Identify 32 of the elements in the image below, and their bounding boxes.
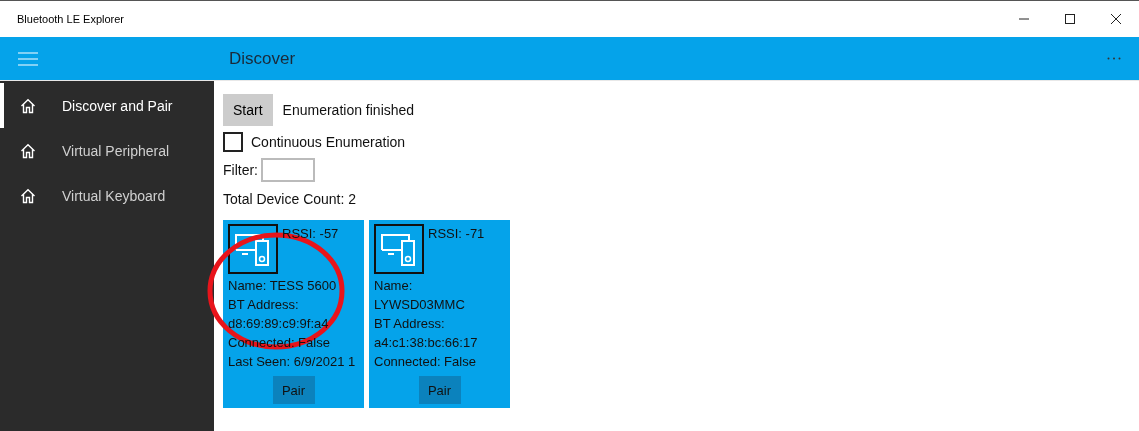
devices-icon: [374, 224, 424, 274]
device-info: d8:69:89:c9:9f:a4: [228, 315, 330, 333]
device-info: a4:c1:38:bc:66:17: [374, 334, 479, 352]
start-button[interactable]: Start: [223, 94, 273, 126]
home-icon: [20, 187, 36, 204]
checkbox[interactable]: [223, 132, 243, 152]
nav-item[interactable]: Virtual Keyboard: [0, 173, 214, 218]
pair-button[interactable]: Pair: [418, 376, 461, 404]
maximize-icon[interactable]: [1064, 13, 1076, 25]
devices-icon: [228, 224, 278, 274]
home-icon: [20, 142, 36, 159]
filter-label: Filter:: [223, 162, 258, 178]
checkbox-label: Continuous Enumeration: [251, 134, 406, 150]
device-info: BT Address:: [228, 296, 300, 314]
more-icon[interactable]: [1107, 57, 1121, 60]
pair-button[interactable]: Pair: [272, 376, 315, 404]
window-title: Bluetooth LE Explorer: [16, 13, 124, 25]
filter-field[interactable]: [261, 158, 315, 182]
device-info: Name:: [374, 277, 414, 295]
device-info: Name: TESS 5600: [228, 277, 338, 295]
home-icon: [20, 97, 36, 114]
device-count: Total Device Count: 2: [223, 191, 358, 207]
rssi-text: RSSI: -71: [428, 225, 485, 243]
nav-item[interactable]: Discover and Pair: [0, 83, 214, 128]
device-info: Connected: False: [374, 353, 477, 371]
device-info: LYWSD03MMC: [374, 296, 466, 314]
device-info: Last Seen: 6/9/2021 1: [228, 353, 357, 371]
nav-item[interactable]: Virtual Peripheral: [0, 128, 214, 173]
status-text: Enumeration finished: [282, 102, 415, 118]
page-title: Discover: [228, 48, 297, 69]
device-info: BT Address:: [374, 315, 446, 333]
close-icon[interactable]: [1110, 13, 1122, 25]
